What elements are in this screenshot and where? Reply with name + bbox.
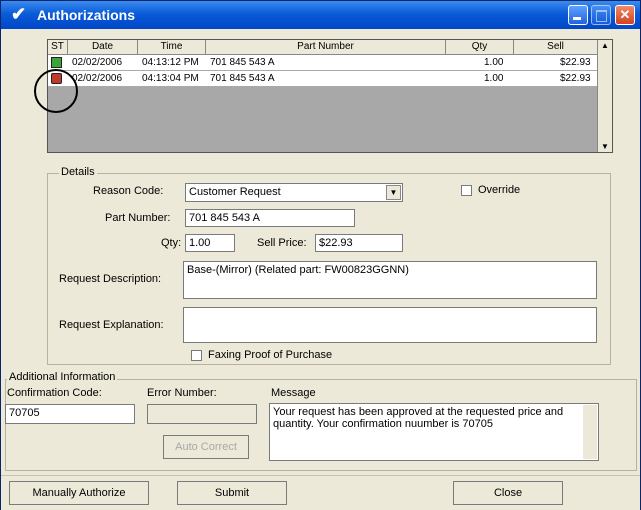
reason-code-label: Reason Code: bbox=[93, 185, 164, 197]
message-field[interactable]: Your request has been approved at the re… bbox=[269, 403, 599, 461]
col-header-sell[interactable]: Sell bbox=[514, 40, 598, 54]
row-date: 02/02/2006 bbox=[72, 57, 123, 68]
qty-field[interactable]: 1.00 bbox=[185, 234, 235, 252]
message-scrollbar[interactable] bbox=[583, 405, 597, 459]
col-header-part-number[interactable]: Part Number bbox=[206, 40, 446, 54]
scroll-up-icon[interactable]: ▲ bbox=[601, 41, 609, 50]
reason-code-value: Customer Request bbox=[189, 186, 281, 198]
error-number-label: Error Number: bbox=[147, 387, 217, 399]
checkmark-icon: ✔ bbox=[11, 4, 27, 24]
confirmation-code-label: Confirmation Code: bbox=[7, 387, 102, 399]
grid-header: ST Date Time Part Number Qty Sell bbox=[48, 40, 612, 55]
row-time: 04:13:12 PM bbox=[142, 57, 199, 68]
col-header-qty[interactable]: Qty bbox=[446, 40, 514, 54]
col-header-date[interactable]: Date bbox=[68, 40, 138, 54]
row-qty: 1.00 bbox=[484, 57, 504, 68]
table-row[interactable]: 02/02/2006 04:13:12 PM 701 845 543 A 1.0… bbox=[48, 55, 598, 71]
close-button[interactable]: Close bbox=[453, 481, 563, 505]
grid-scrollbar[interactable]: ▲ ▼ bbox=[597, 40, 612, 152]
submit-button[interactable]: Submit bbox=[177, 481, 287, 505]
sell-price-field[interactable]: $22.93 bbox=[315, 234, 403, 252]
message-text: Your request has been approved at the re… bbox=[273, 406, 564, 430]
row-part-number: 701 845 543 A bbox=[210, 57, 275, 68]
part-number-field-ext bbox=[355, 209, 403, 227]
row-part-number: 701 845 543 A bbox=[210, 73, 275, 84]
window-title: Authorizations bbox=[37, 7, 135, 23]
request-explanation-field[interactable] bbox=[183, 307, 597, 343]
close-window-button[interactable]: ✕ bbox=[615, 5, 635, 25]
faxing-proof-label: Faxing Proof of Purchase bbox=[208, 349, 333, 361]
row-sell: $22.93 bbox=[560, 57, 591, 68]
sell-price-label: Sell Price: bbox=[257, 237, 307, 249]
request-explanation-label: Request Explanation: bbox=[59, 319, 164, 331]
authorizations-window: ✔ Authorizations ✕ ST Date Time Part Num… bbox=[0, 0, 641, 510]
scroll-down-icon[interactable]: ▼ bbox=[601, 142, 609, 151]
highlight-circle bbox=[34, 69, 78, 113]
row-time: 04:13:04 PM bbox=[142, 73, 199, 84]
message-label: Message bbox=[271, 387, 316, 399]
maximize-button[interactable] bbox=[591, 5, 611, 25]
table-row[interactable]: 02/02/2006 04:13:04 PM 701 845 543 A 1.0… bbox=[48, 71, 598, 87]
part-number-field[interactable]: 701 845 543 A bbox=[185, 209, 355, 227]
col-header-st[interactable]: ST bbox=[48, 40, 68, 54]
override-checkbox[interactable] bbox=[461, 185, 472, 196]
approved-icon bbox=[51, 57, 62, 68]
auto-correct-button[interactable]: Auto Correct bbox=[163, 435, 249, 459]
row-qty: 1.00 bbox=[484, 73, 504, 84]
faxing-proof-checkbox[interactable] bbox=[191, 350, 202, 361]
col-header-time[interactable]: Time bbox=[138, 40, 206, 54]
chevron-down-icon[interactable]: ▼ bbox=[386, 185, 401, 200]
manually-authorize-button[interactable]: Manually Authorize bbox=[9, 481, 149, 505]
part-number-label: Part Number: bbox=[105, 212, 171, 224]
override-label: Override bbox=[478, 184, 521, 196]
reason-code-select[interactable]: Customer Request ▼ bbox=[185, 183, 403, 202]
minimize-icon bbox=[573, 17, 581, 20]
request-description-label: Request Description: bbox=[59, 273, 162, 285]
row-sell: $22.93 bbox=[560, 73, 591, 84]
request-description-field[interactable]: Base-(Mirror) (Related part: FW00823GGNN… bbox=[183, 261, 597, 299]
additional-info-label: Additional Information bbox=[7, 371, 118, 383]
details-group-label: Details bbox=[59, 166, 97, 178]
title-bar[interactable]: ✔ Authorizations ✕ bbox=[1, 1, 640, 29]
minimize-button[interactable] bbox=[568, 5, 588, 25]
close-icon: ✕ bbox=[619, 7, 631, 22]
qty-label: Qty: bbox=[161, 237, 182, 249]
confirmation-code-field[interactable]: 70705 bbox=[5, 404, 135, 424]
maximize-icon bbox=[596, 10, 607, 22]
row-date: 02/02/2006 bbox=[72, 73, 123, 84]
authorizations-grid[interactable]: ST Date Time Part Number Qty Sell 02/02/… bbox=[47, 39, 613, 153]
error-number-field[interactable] bbox=[147, 404, 257, 424]
